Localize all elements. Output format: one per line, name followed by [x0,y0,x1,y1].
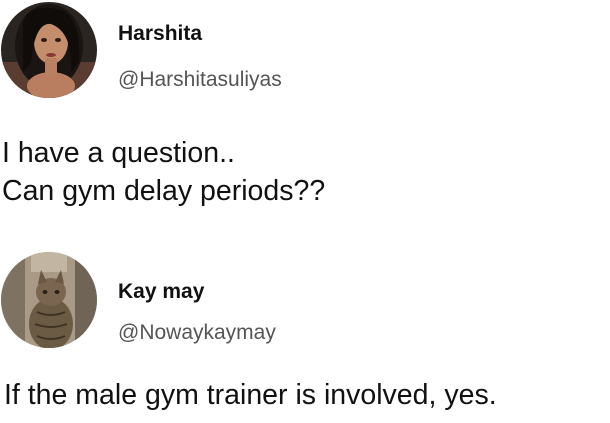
post-text-line: I have a question.. [2,137,235,169]
username-handle[interactable]: @Nowaykaymay [118,321,276,345]
username-handle[interactable]: @Harshitasuliyas [118,68,282,92]
cat-photo-icon [1,252,97,348]
post-question: Harshita @Harshitasuliyas I have a quest… [0,0,610,230]
display-name[interactable]: Kay may [118,280,204,304]
post-reply: Kay may @Nowaykaymay If the male gym tra… [0,248,610,423]
post-text: I have a question.. Can gym delay period… [2,134,325,210]
avatar-harshita[interactable] [1,2,97,98]
post-text: If the male gym trainer is involved, yes… [4,376,497,414]
avatar-kaymay[interactable] [1,252,97,348]
post-text-line: Can gym delay periods?? [2,175,326,207]
display-name[interactable]: Harshita [118,22,202,46]
person-photo-icon [1,2,97,98]
post-text-line: If the male gym trainer is involved, yes… [4,379,497,411]
